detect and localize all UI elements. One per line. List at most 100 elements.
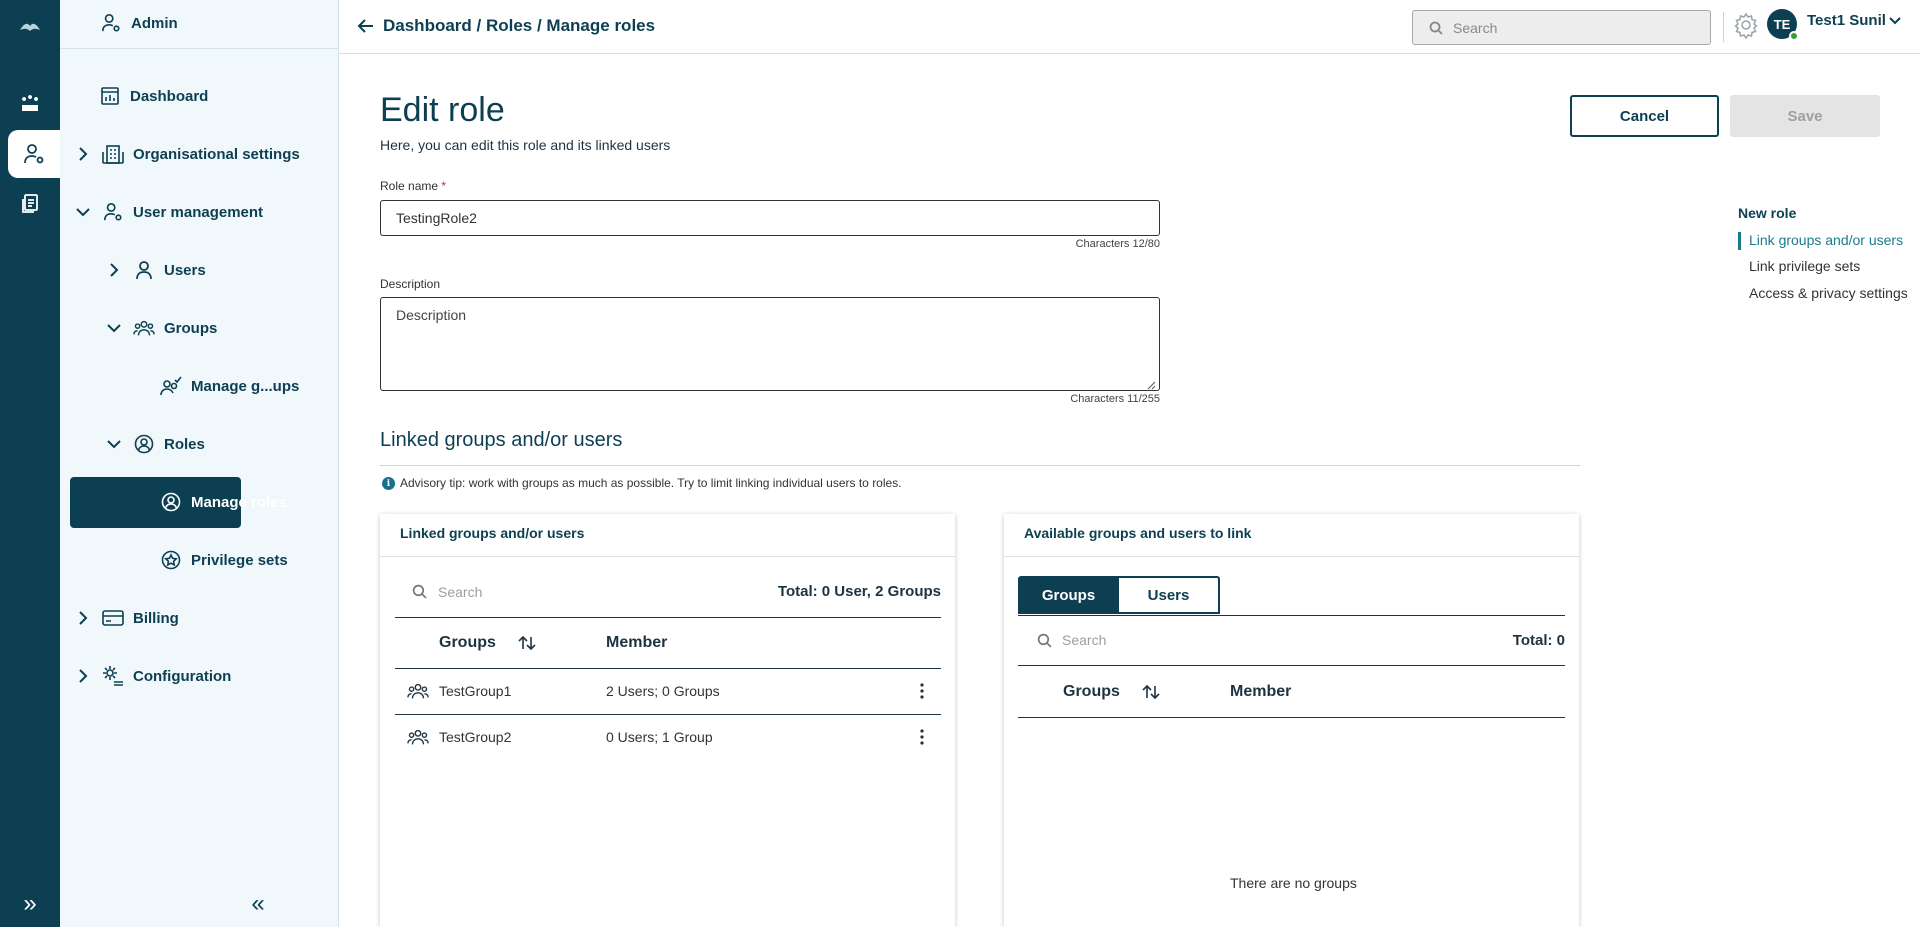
- linked-section-title: Linked groups and/or users: [380, 429, 623, 451]
- user-management-icon: [102, 201, 124, 223]
- right-nav-active-bar: [1738, 232, 1741, 250]
- sidebar-item-label: Roles: [164, 435, 205, 453]
- available-search-input[interactable]: [1062, 630, 1312, 650]
- sidebar-item-users[interactable]: Users: [107, 259, 206, 281]
- section-divider: [380, 465, 1580, 466]
- privilege-sets-icon: [160, 549, 182, 571]
- sidebar-item-billing[interactable]: Billing: [76, 607, 179, 629]
- rail-admin-icon[interactable]: [8, 130, 60, 178]
- role-name-label: Role name *: [380, 179, 446, 193]
- chevron-down-icon: [76, 205, 90, 219]
- linked-row-member: 0 Users; 1 Group: [606, 729, 713, 745]
- more-options-icon[interactable]: [920, 729, 924, 745]
- sort-icon[interactable]: [518, 635, 536, 651]
- collapse-sidebar-icon[interactable]: «: [246, 890, 270, 917]
- role-name-input[interactable]: [380, 200, 1160, 236]
- sidebar-item-user-management[interactable]: User management: [76, 201, 263, 223]
- linked-panel-title: Linked groups and/or users: [380, 514, 955, 557]
- available-header-line: [1018, 717, 1565, 718]
- linked-row-name: TestGroup2: [439, 729, 512, 745]
- linked-search-underline: [395, 617, 941, 618]
- sidebar-item-label: Privilege sets: [191, 551, 288, 569]
- resize-grip-icon[interactable]: [1146, 377, 1156, 390]
- manage-roles-icon: [160, 491, 182, 513]
- sidebar-item-label: Groups: [164, 319, 218, 337]
- linked-header-line: [395, 668, 941, 669]
- sidebar-item-label: Configuration: [133, 667, 232, 685]
- linked-row-member: 2 Users; 0 Groups: [606, 683, 720, 699]
- groups-icon: [133, 317, 155, 339]
- sidebar-item-label: User management: [133, 203, 264, 221]
- sidebar-item-label: Dashboard: [130, 87, 209, 105]
- avatar[interactable]: TE: [1767, 9, 1799, 41]
- admin-icon: [100, 12, 122, 34]
- sidebar-item-roles[interactable]: Roles: [107, 433, 205, 455]
- linked-col-groups[interactable]: Groups: [439, 634, 496, 652]
- sidebar-item-groups[interactable]: Groups: [107, 317, 217, 339]
- sidebar-item-manage-roles[interactable]: Manage roles: [160, 491, 287, 513]
- billing-icon: [102, 607, 124, 629]
- building-icon: [102, 143, 124, 165]
- global-search-input[interactable]: [1453, 18, 1693, 38]
- chevron-down-icon[interactable]: [1889, 14, 1901, 26]
- chevron-right-icon: [76, 669, 90, 683]
- right-nav-link-privilege-sets[interactable]: Link privilege sets: [1749, 258, 1860, 274]
- search-icon: [1429, 21, 1443, 35]
- user-name[interactable]: Test1 Sunil: [1807, 12, 1886, 29]
- tab-groups[interactable]: Groups: [1018, 576, 1119, 614]
- sidebar-item-configuration[interactable]: Configuration: [76, 665, 231, 687]
- available-col-member: Member: [1230, 683, 1292, 700]
- sort-icon[interactable]: [1142, 684, 1160, 700]
- available-col-groups[interactable]: Groups: [1063, 683, 1120, 701]
- required-mark: *: [441, 179, 447, 193]
- more-options-icon[interactable]: [920, 683, 924, 699]
- right-nav-link-groups[interactable]: Link groups and/or users: [1749, 232, 1903, 248]
- sidebar-item-label: Organisational settings: [133, 145, 300, 163]
- role-name-counter: Characters 12/80: [1075, 238, 1160, 250]
- linked-row-name: TestGroup1: [439, 683, 512, 699]
- right-nav-access-privacy[interactable]: Access & privacy settings: [1749, 285, 1908, 301]
- search-icon: [412, 584, 427, 599]
- expand-icon[interactable]: »: [18, 890, 42, 917]
- page-title: Edit role: [380, 91, 505, 129]
- manage-groups-icon: [160, 375, 182, 397]
- sidebar-item-label: Manage roles: [191, 493, 287, 511]
- available-panel-title: Available groups and users to link: [1004, 514, 1579, 557]
- rail-dashboard-icon[interactable]: [0, 80, 60, 128]
- sidebar-item-manage-groups[interactable]: Manage g...ups: [160, 375, 299, 397]
- empty-state-message: There are no groups: [1230, 875, 1357, 891]
- available-search-underline: [1018, 665, 1565, 666]
- right-nav-heading[interactable]: New role: [1738, 205, 1796, 221]
- sidebar-item-privilege-sets[interactable]: Privilege sets: [160, 549, 288, 571]
- tab-users[interactable]: Users: [1119, 576, 1220, 614]
- linked-col-member: Member: [606, 634, 668, 651]
- gear-icon[interactable]: [1732, 11, 1760, 40]
- rail-documents-icon[interactable]: [0, 180, 60, 228]
- top-bar: Dashboard / Roles / Manage roles TE Test…: [339, 0, 1920, 54]
- sidebar-item-label: Billing: [133, 609, 179, 627]
- page-subtitle: Here, you can edit this role and its lin…: [380, 137, 671, 153]
- icon-rail: »: [0, 0, 60, 927]
- role-name-label-text: Role name: [380, 179, 439, 193]
- description-textarea[interactable]: [380, 297, 1160, 391]
- topbar-divider: [1723, 12, 1724, 42]
- sidebar-item-dashboard[interactable]: Dashboard: [99, 85, 208, 107]
- save-button[interactable]: Save: [1730, 95, 1880, 137]
- logo-icon[interactable]: [18, 17, 42, 37]
- advisory-tip: Advisory tip: work with groups as much a…: [400, 476, 902, 490]
- breadcrumb[interactable]: Dashboard / Roles / Manage roles: [383, 16, 655, 36]
- sidebar-item-organisational-settings[interactable]: Organisational settings: [76, 143, 300, 165]
- group-icon: [407, 728, 429, 746]
- cancel-button[interactable]: Cancel: [1570, 95, 1719, 137]
- role-icon: [133, 433, 155, 455]
- avatar-initials: TE: [1773, 16, 1791, 32]
- chevron-down-icon: [107, 437, 121, 451]
- info-icon: i: [382, 477, 395, 490]
- global-search[interactable]: [1412, 10, 1711, 45]
- search-icon: [1037, 633, 1052, 648]
- user-icon: [133, 259, 155, 281]
- group-icon: [407, 682, 429, 700]
- back-arrow-icon[interactable]: [356, 16, 376, 36]
- linked-search-input[interactable]: [438, 582, 688, 602]
- chevron-right-icon: [76, 147, 90, 161]
